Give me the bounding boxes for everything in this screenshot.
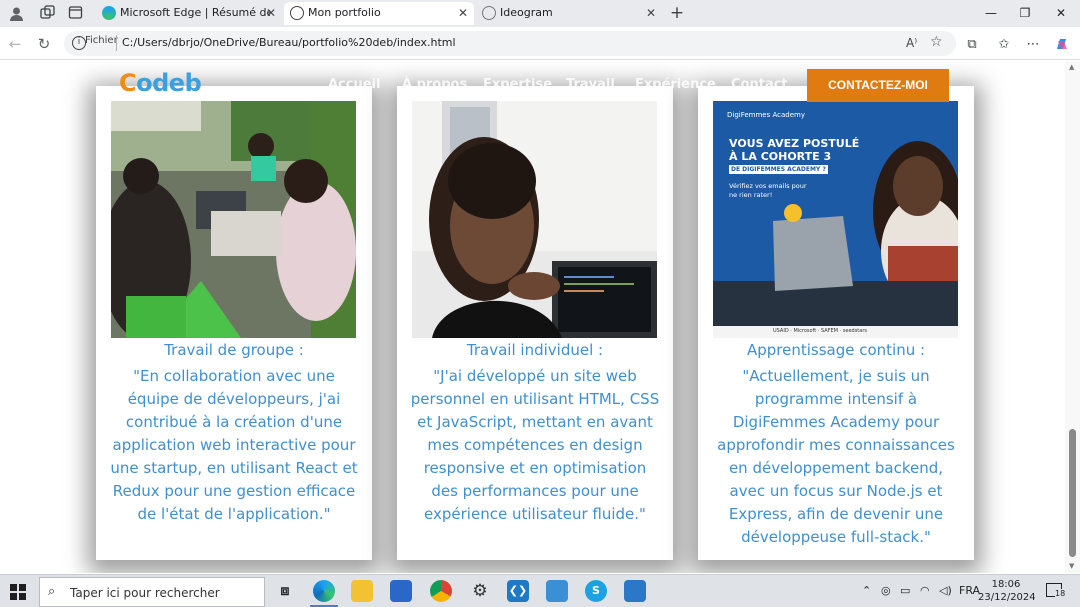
- card-description: "J'ai développé un site web personnel en…: [410, 367, 660, 523]
- tab-actions-icon[interactable]: [67, 5, 84, 22]
- search-placeholder: Taper ici pour rechercher: [70, 586, 220, 600]
- read-aloud-icon[interactable]: A⁾: [906, 36, 917, 50]
- store-icon[interactable]: [390, 580, 412, 602]
- file-explorer-icon[interactable]: [351, 580, 373, 602]
- notification-count: 18: [1055, 589, 1066, 598]
- tray-chevron-icon[interactable]: ⌃: [862, 584, 871, 597]
- windows-start-icon[interactable]: [10, 584, 26, 600]
- poster-sub-2: ne rien rater!: [729, 191, 773, 199]
- site-logo[interactable]: Codeb: [119, 69, 202, 97]
- ideogram-favicon-icon: [482, 6, 496, 20]
- more-options-icon[interactable]: ⋯: [1024, 36, 1042, 54]
- favorite-star-icon[interactable]: ☆: [930, 34, 943, 50]
- project-card-continuous-learning: DigiFemmes Academy VOUS AVEZ POSTULÉ À L…: [698, 86, 974, 560]
- system-clock[interactable]: 18:06 23/12/2024: [978, 578, 1036, 604]
- poster-sponsors: USAID · Microsoft · SAFEM · seedstars: [773, 328, 867, 334]
- scroll-down-icon[interactable]: ▼: [1069, 563, 1077, 570]
- page-viewport: Travail de groupe : "En collaboration av…: [0, 61, 1065, 573]
- poster-headline-1: VOUS AVEZ POSTULÉ: [729, 137, 860, 150]
- clock-time: 18:06: [991, 579, 1021, 590]
- poster-headline-3: DE DIGIFEMMES ACADEMY ?: [729, 165, 828, 174]
- battery-icon[interactable]: ▭: [900, 584, 910, 597]
- nav-link-travail[interactable]: Travail: [566, 77, 615, 92]
- favorites-icon[interactable]: ✩: [995, 36, 1013, 54]
- scroll-up-icon[interactable]: ▲: [1069, 64, 1077, 71]
- info-icon[interactable]: i: [72, 36, 86, 50]
- tab-portfolio[interactable]: Mon portfolio ✕: [284, 2, 474, 25]
- language-indicator[interactable]: FRA: [959, 584, 980, 597]
- edge-favicon-icon: [102, 6, 116, 20]
- card-title: Travail individuel :: [466, 341, 604, 359]
- project-card-group-work: Travail de groupe : "En collaboration av…: [96, 86, 372, 560]
- back-icon[interactable]: ←: [5, 34, 25, 54]
- meet-now-icon[interactable]: ◎: [881, 584, 891, 597]
- card-description: "Actuellement, je suis un programme inte…: [717, 367, 955, 546]
- windows-taskbar: ⌕ Taper ici pour rechercher ⧈ ⚙ ❮❯ S ⌃ ◎…: [0, 574, 1080, 607]
- volume-icon[interactable]: ◁): [939, 584, 952, 597]
- photos-icon[interactable]: [624, 580, 646, 602]
- individual-work-photo: [412, 101, 657, 338]
- settings-gear-icon[interactable]: ⚙: [469, 580, 491, 602]
- browser-tab-bar: Microsoft Edge | Résumé de l'anné ✕ Mon …: [0, 0, 1080, 27]
- refresh-icon[interactable]: ↻: [34, 34, 54, 54]
- project-card-individual-work: Travail individuel : "J'ai développé un …: [397, 86, 673, 560]
- card-description: "En collaboration avec une équipe de dév…: [110, 367, 358, 523]
- card-title: Travail de groupe :: [164, 341, 304, 359]
- nav-link-experience[interactable]: Expérience: [635, 77, 716, 92]
- site-header: Codeb Accueil À propos Expertise Travail…: [0, 61, 1065, 113]
- globe-icon: [290, 6, 304, 20]
- new-tab-button[interactable]: +: [668, 3, 686, 23]
- close-icon[interactable]: ✕: [266, 2, 276, 24]
- scheme-label: Fichier: [85, 35, 118, 46]
- tab-title: Mon portfolio: [308, 6, 381, 19]
- profile-icon[interactable]: [8, 5, 25, 22]
- clock-date: 23/12/2024: [978, 592, 1036, 603]
- close-icon[interactable]: ✕: [458, 2, 468, 24]
- nav-link-a-propos[interactable]: À propos: [402, 77, 467, 92]
- wifi-icon[interactable]: ◠: [920, 584, 930, 597]
- restore-icon[interactable]: ❐: [1012, 3, 1038, 23]
- poster-headline-2: À LA COHORTE 3: [729, 150, 832, 163]
- search-icon: ⌕: [48, 584, 56, 599]
- nav-link-accueil[interactable]: Accueil: [328, 77, 380, 92]
- digifemmes-poster: DigiFemmes Academy VOUS AVEZ POSTULÉ À L…: [713, 101, 958, 338]
- taskbar-search-input[interactable]: ⌕ Taper ici pour rechercher: [39, 577, 265, 607]
- tab-title: Ideogram: [500, 6, 553, 19]
- tab-title: Microsoft Edge | Résumé de l'anné: [120, 6, 270, 19]
- remote-desktop-icon[interactable]: [546, 580, 568, 602]
- divider: [116, 35, 117, 51]
- close-icon[interactable]: ✕: [646, 2, 656, 24]
- nav-link-contact[interactable]: Contact: [731, 77, 788, 92]
- tab-edge-summary[interactable]: Microsoft Edge | Résumé de l'anné ✕: [96, 2, 282, 25]
- poster-sub-1: Vérifiez vos emails pour: [729, 182, 807, 190]
- task-view-icon[interactable]: ⧈: [274, 580, 296, 602]
- minimize-icon[interactable]: —: [978, 3, 1004, 23]
- edge-taskbar-icon[interactable]: [313, 580, 335, 602]
- tab-ideogram[interactable]: Ideogram ✕: [476, 2, 662, 25]
- skype-icon[interactable]: S: [585, 580, 607, 602]
- copilot-icon[interactable]: [1053, 36, 1071, 54]
- nav-link-expertise[interactable]: Expertise: [483, 77, 552, 92]
- page-scrollbar[interactable]: ▲ ▼: [1065, 61, 1080, 573]
- notification-icon[interactable]: 18: [1046, 583, 1066, 598]
- url-text[interactable]: C:/Users/dbrjo/OneDrive/Bureau/portfolio…: [122, 36, 456, 49]
- card-title: Apprentissage continu :: [746, 341, 926, 359]
- workspaces-icon[interactable]: [39, 5, 56, 22]
- group-work-photo: [111, 101, 356, 338]
- close-window-icon[interactable]: ✕: [1048, 3, 1074, 23]
- address-field[interactable]: i Fichier C:/Users/dbrjo/OneDrive/Bureau…: [64, 31, 956, 56]
- chrome-icon[interactable]: [430, 580, 452, 602]
- vscode-icon[interactable]: ❮❯: [507, 580, 529, 602]
- extensions-icon[interactable]: ⧉: [963, 36, 981, 54]
- contact-me-button[interactable]: CONTACTEZ-MOI: [807, 69, 949, 102]
- address-bar-row: ← ↻ i Fichier C:/Users/dbrjo/OneDrive/Bu…: [0, 27, 1080, 60]
- scroll-thumb[interactable]: [1069, 429, 1076, 557]
